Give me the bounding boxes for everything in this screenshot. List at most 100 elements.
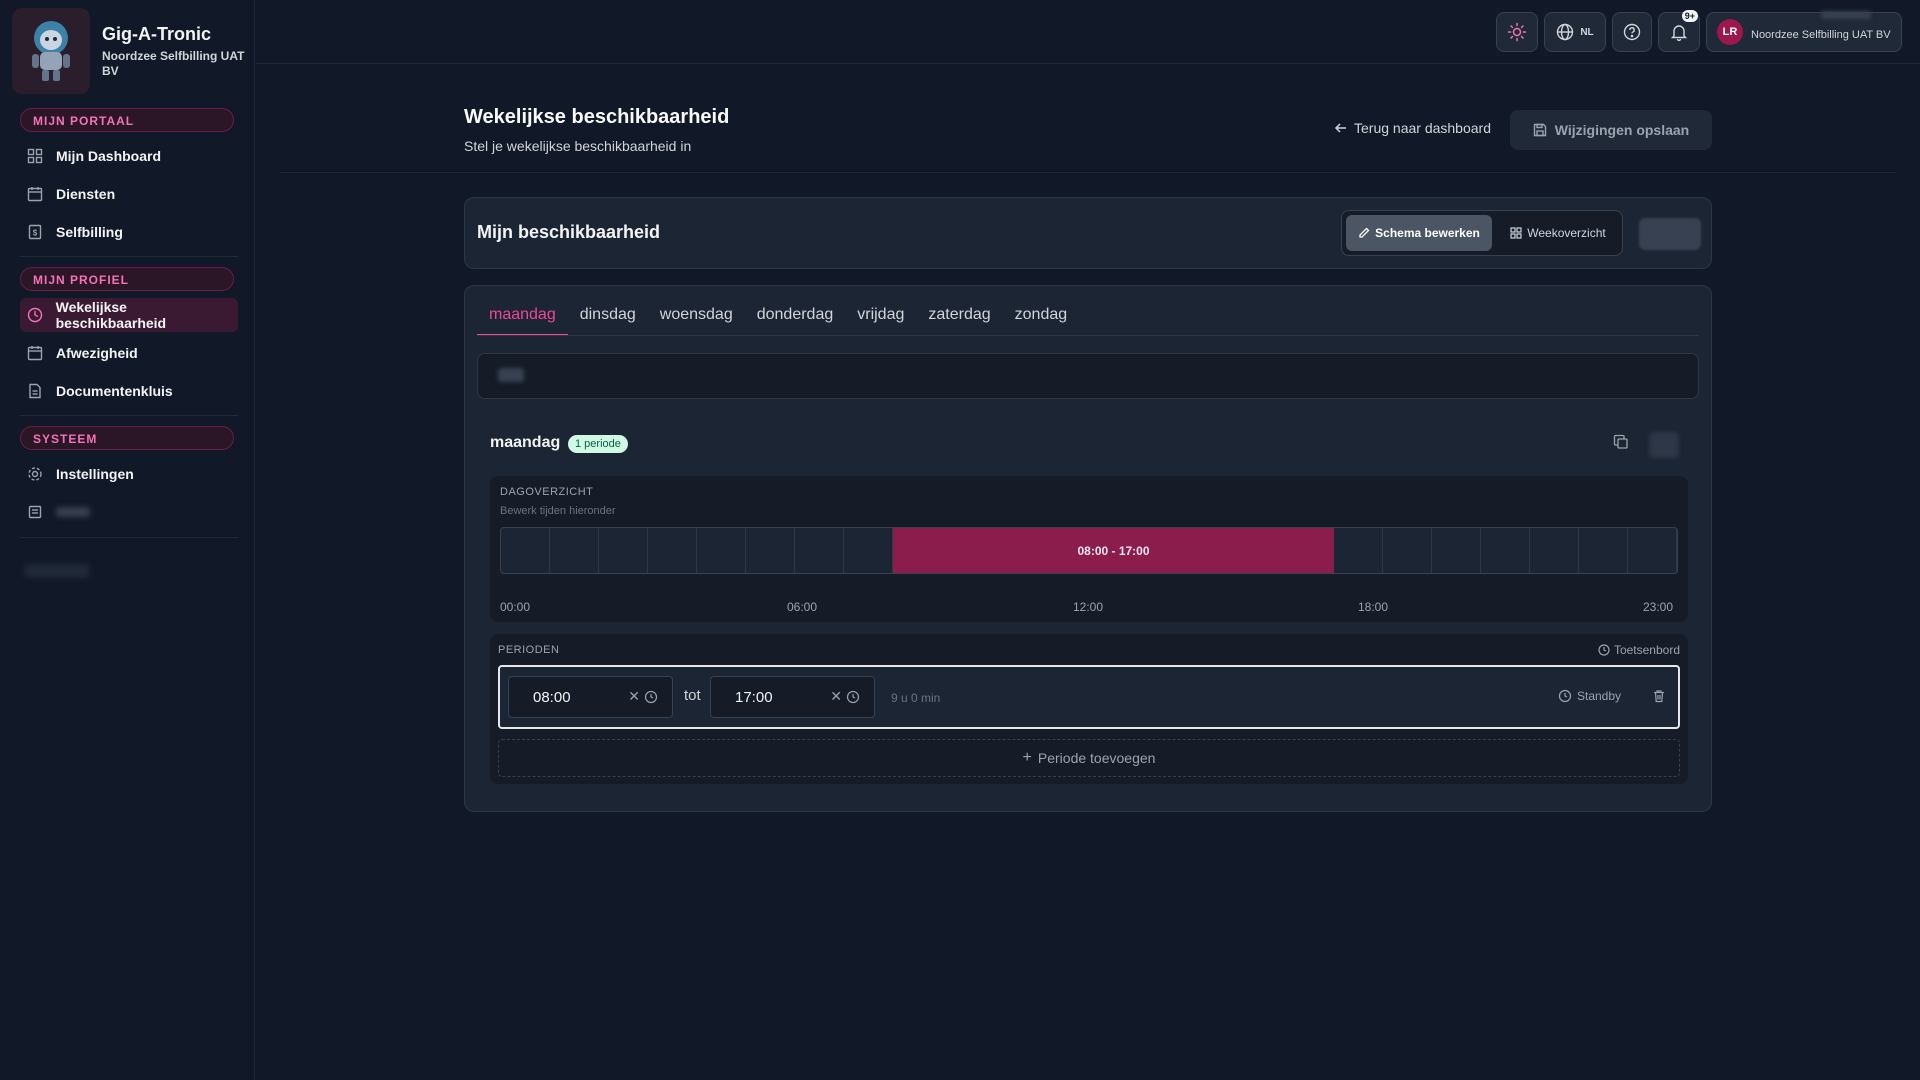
timeline-hour-cell[interactable] xyxy=(1481,528,1530,573)
timeline-hour-cell[interactable] xyxy=(599,528,648,573)
periods-label: PERIODEN xyxy=(498,644,560,656)
sidebar-item-label: Afwezigheid xyxy=(56,345,138,361)
sidebar-item-instellingen[interactable]: Instellingen xyxy=(20,457,238,491)
timeline-hour-cell[interactable] xyxy=(501,528,550,573)
clock-icon[interactable] xyxy=(644,690,658,708)
keyboard-link[interactable]: Toetsenbord xyxy=(1598,643,1680,657)
availability-title: Mijn beschikbaarheid xyxy=(477,222,661,242)
save-icon xyxy=(1533,123,1546,137)
clear-icon[interactable]: ✕ xyxy=(628,688,640,705)
timeline-hour-cell[interactable] xyxy=(1530,528,1579,573)
end-time-input[interactable]: 17:00 ✕ xyxy=(710,676,875,718)
week-overview-button[interactable]: Weekoverzicht xyxy=(1496,215,1620,251)
sidebar-item-hidden[interactable] xyxy=(20,495,238,529)
day-overview: DAGOVERZICHT Bewerk tijden hieronder 08:… xyxy=(490,476,1688,622)
day-timeline[interactable]: 08:00 - 17:00 xyxy=(500,527,1678,574)
end-time-value: 17:00 xyxy=(735,689,773,706)
view-mode-toggle: Schema bewerken Weekoverzicht xyxy=(1341,210,1623,256)
page-title: Wekelijkse beschikbaarheid xyxy=(464,106,730,128)
tick-label: 06:00 xyxy=(787,600,818,614)
add-period-label: Periode toevoegen xyxy=(1037,750,1156,766)
timeline-hour-cell[interactable] xyxy=(1628,528,1677,573)
tab-donderdag[interactable]: donderdag xyxy=(745,296,846,336)
clock-icon xyxy=(24,304,46,326)
clear-icon[interactable]: ✕ xyxy=(830,688,842,705)
avatar: LR xyxy=(1717,19,1743,45)
sidebar-item-label: Selfbilling xyxy=(56,224,123,240)
timeline-hour-cell[interactable] xyxy=(1383,528,1432,573)
tab-dinsdag[interactable]: dinsdag xyxy=(568,296,648,336)
edit-schedule-button[interactable]: Schema bewerken xyxy=(1346,215,1492,251)
save-label: Wijzigingen opslaan xyxy=(1554,122,1690,138)
svg-text:$: $ xyxy=(33,229,38,238)
separator-label: tot xyxy=(684,687,701,704)
clock-icon[interactable] xyxy=(846,690,860,708)
sidebar-divider xyxy=(20,415,238,416)
sidebar-item-selfbilling[interactable]: $ Selfbilling xyxy=(20,215,238,249)
sidebar-item-diensten[interactable]: Diensten xyxy=(20,177,238,211)
timeline-hour-cell[interactable] xyxy=(697,528,746,573)
tab-zaterdag[interactable]: zaterdag xyxy=(916,296,1002,336)
standby-label: Standby xyxy=(1577,689,1622,703)
clock-icon xyxy=(1598,644,1610,656)
back-label: Terug naar dashboard xyxy=(1354,120,1491,136)
sidebar-item-afwezigheid[interactable]: Afwezigheid xyxy=(20,336,238,370)
duration-label: 9 u 0 min xyxy=(891,691,941,705)
tick-label: 23:00 xyxy=(1643,600,1674,614)
blurred-footer xyxy=(24,564,90,578)
timeline-hour-cell[interactable] xyxy=(648,528,697,573)
standby-toggle[interactable]: Standby xyxy=(1558,689,1621,703)
standby-icon xyxy=(1558,689,1572,703)
blurred-day-action[interactable] xyxy=(1649,432,1679,458)
calendar-icon xyxy=(24,183,46,205)
brand-title: Gig-A-Tronic xyxy=(102,24,211,44)
save-changes-button[interactable]: Wijzigingen opslaan xyxy=(1510,110,1712,150)
list-icon xyxy=(24,501,46,523)
sidebar-item-wekelijkse-beschikbaarheid[interactable]: Wekelijkse beschikbaarheid xyxy=(20,298,238,332)
timeline-hour-cell[interactable] xyxy=(1579,528,1628,573)
tab-zondag[interactable]: zondag xyxy=(1003,296,1080,336)
blurred-action-button[interactable] xyxy=(1639,218,1701,250)
add-period-button[interactable]: + Periode toevoegen xyxy=(498,739,1680,777)
timeline-hour-cell[interactable] xyxy=(1334,528,1383,573)
section-label-systeem: SYSTEEM xyxy=(20,426,234,450)
page-subtitle: Stel je wekelijkse beschikbaarheid in xyxy=(464,138,692,154)
timeline-hour-cell[interactable] xyxy=(795,528,844,573)
sidebar-item-mijn-dashboard[interactable]: Mijn Dashboard xyxy=(20,139,238,173)
grid-icon xyxy=(1510,227,1522,239)
notifications-button[interactable]: 9+ xyxy=(1658,10,1700,52)
brand[interactable]: Gig-A-Tronic Noordzee Selfbilling UAT BV xyxy=(12,8,252,94)
theme-toggle-button[interactable] xyxy=(1496,12,1538,52)
back-to-dashboard-link[interactable]: Terug naar dashboard xyxy=(1334,120,1491,136)
blurred-info-bar xyxy=(477,353,1699,399)
user-name-blurred xyxy=(1821,11,1871,19)
start-time-input[interactable]: 08:00 ✕ xyxy=(508,676,673,718)
language-button[interactable]: NL xyxy=(1544,12,1606,52)
tab-maandag[interactable]: maandag xyxy=(477,296,568,336)
tab-vrijdag[interactable]: vrijdag xyxy=(845,296,916,336)
sidebar-item-label: Instellingen xyxy=(56,466,134,482)
sidebar-item-documentenkluis[interactable]: Documentenkluis xyxy=(20,374,238,408)
tabs-divider xyxy=(477,335,1699,336)
user-menu-button[interactable]: LR Noordzee Selfbilling UAT BV xyxy=(1706,11,1902,52)
timeline-hour-cell[interactable] xyxy=(844,528,893,573)
sidebar-item-label: Wekelijkse beschikbaarheid xyxy=(55,299,167,331)
copy-icon[interactable] xyxy=(1613,434,1629,455)
language-label: NL xyxy=(1580,26,1594,38)
help-button[interactable] xyxy=(1612,12,1652,52)
period-count-badge: 1 periode xyxy=(568,435,628,453)
periods-section: PERIODEN Toetsenbord 08:00 ✕ tot 17:00 ✕… xyxy=(490,634,1688,784)
timeline-hour-cell[interactable] xyxy=(550,528,599,573)
section-label-mijn-profiel: MIJN PROFIEL xyxy=(20,267,234,291)
timeline-hour-cell[interactable] xyxy=(746,528,795,573)
tick-label: 00:00 xyxy=(500,600,531,614)
topbar: NL 9+ LR Noordzee Selfbilling UAT BV xyxy=(256,0,1920,64)
tab-woensdag[interactable]: woensdag xyxy=(648,296,745,336)
pencil-icon xyxy=(1359,227,1370,238)
invoice-icon: $ xyxy=(24,221,46,243)
tick-label: 12:00 xyxy=(1073,600,1104,614)
timeline-hour-cell[interactable] xyxy=(1432,528,1481,573)
availability-range-block[interactable]: 08:00 - 17:00 xyxy=(893,528,1334,573)
week-overview-label: Weekoverzicht xyxy=(1527,226,1606,240)
trash-icon[interactable] xyxy=(1652,689,1666,708)
